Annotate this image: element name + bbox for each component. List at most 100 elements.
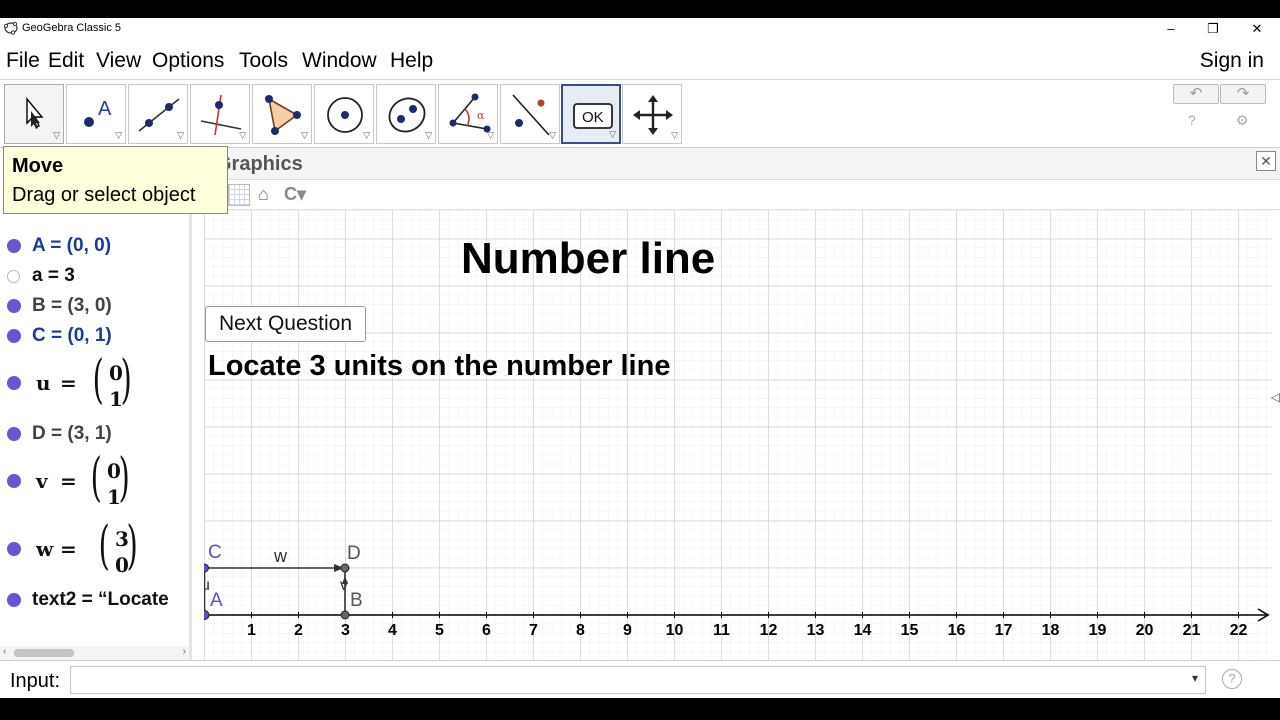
tool-reflect[interactable]: ▽ bbox=[500, 84, 560, 144]
visibility-toggle[interactable] bbox=[7, 427, 21, 441]
restore-button[interactable]: ❐ bbox=[1192, 18, 1234, 40]
visibility-toggle[interactable] bbox=[7, 593, 21, 607]
graphics-canvas[interactable]: 1 2 3 4 5 6 7 8 9 10 11 12 13 14 15 16 17 18 19 20 21 22 A B … bbox=[204, 210, 1272, 660]
input-field[interactable] bbox=[70, 666, 1206, 694]
menu-file[interactable]: File bbox=[6, 49, 40, 73]
tool-perpendicular[interactable]: ▽ bbox=[190, 84, 250, 144]
x-axis-tick-label: 18 bbox=[1042, 622, 1060, 639]
sign-in-link[interactable]: Sign in bbox=[1200, 49, 1264, 73]
tool-angle[interactable]: α ▽ bbox=[438, 84, 498, 144]
scroll-right-icon[interactable]: › bbox=[183, 646, 186, 657]
algebra-horizontal-scrollbar[interactable]: ‹ › bbox=[0, 646, 189, 660]
move-tool-tooltip: Move Drag or select object bbox=[3, 146, 228, 214]
x-axis-tick-label: 6 bbox=[482, 622, 491, 639]
algebra-text-B: B = (3, 0) bbox=[32, 295, 112, 316]
point-B[interactable] bbox=[340, 610, 350, 620]
graphics-heading: Number line bbox=[461, 234, 716, 283]
point-C-label: C bbox=[208, 542, 222, 563]
visibility-toggle[interactable] bbox=[7, 376, 21, 390]
point-D[interactable] bbox=[340, 563, 350, 573]
vector-u-label: u bbox=[204, 577, 210, 594]
x-axis-tick-label: 22 bbox=[1230, 622, 1248, 639]
redo-button[interactable]: ↷ bbox=[1220, 84, 1266, 104]
tool-ellipse[interactable]: ▽ bbox=[376, 84, 436, 144]
tooltip-title: Move bbox=[12, 155, 64, 177]
close-graphics-icon[interactable]: ✕ bbox=[1256, 151, 1276, 171]
point-D-label: D bbox=[347, 543, 361, 564]
algebra-row-w[interactable]: w = ( 30 ) bbox=[0, 520, 189, 580]
x-axis-tick-label: 19 bbox=[1089, 622, 1107, 639]
tool-button[interactable]: OK ▽ bbox=[561, 84, 621, 144]
vector-w-label: w bbox=[273, 546, 288, 566]
point-A[interactable] bbox=[204, 610, 210, 620]
graphics-title-bar: Graphics ✕ bbox=[192, 148, 1280, 180]
algebra-row-C[interactable]: C = (0, 1) bbox=[0, 322, 189, 352]
algebra-view: A = (0, 0) a = 3 B = (3, 0) C = (0, 1) u… bbox=[0, 148, 192, 660]
minimize-button[interactable]: – bbox=[1150, 18, 1192, 40]
minor-grid bbox=[204, 210, 1272, 660]
tool-circle[interactable]: ▽ bbox=[314, 84, 374, 144]
menu-options[interactable]: Options bbox=[152, 49, 224, 73]
next-question-button[interactable]: Next Question bbox=[205, 306, 366, 342]
algebra-row-B[interactable]: B = (3, 0) bbox=[0, 292, 189, 322]
input-dropdown-icon[interactable]: ▾ bbox=[1192, 671, 1198, 685]
x-axis-tick-label: 1 bbox=[247, 622, 256, 639]
tool-line[interactable]: ▽ bbox=[128, 84, 188, 144]
point-A-label: A bbox=[210, 590, 223, 611]
visibility-toggle[interactable] bbox=[7, 542, 21, 556]
tool-point[interactable]: A ▽ bbox=[66, 84, 126, 144]
algebra-row-text2[interactable]: text2 = “Locate bbox=[0, 586, 189, 616]
input-label: Input: bbox=[10, 670, 61, 692]
point-C[interactable] bbox=[204, 563, 209, 573]
visibility-toggle[interactable] bbox=[7, 474, 21, 488]
scroll-thumb[interactable] bbox=[14, 649, 74, 657]
grid-toggle-icon[interactable] bbox=[228, 184, 250, 206]
algebra-row-a[interactable]: a = 3 bbox=[0, 262, 189, 292]
point-tool-icon: A bbox=[84, 98, 112, 127]
algebra-row-u[interactable]: u = ( 01 ) bbox=[0, 354, 189, 414]
svg-text:OK: OK bbox=[582, 109, 604, 126]
x-axis-tick-label: 16 bbox=[948, 622, 966, 639]
menu-help[interactable]: Help bbox=[390, 49, 433, 73]
visibility-toggle[interactable] bbox=[7, 239, 21, 253]
help-icon[interactable]: ? bbox=[1188, 112, 1196, 128]
reflect-tool-icon bbox=[512, 94, 550, 136]
undo-button[interactable]: ↶ bbox=[1173, 84, 1219, 104]
x-axis-tick-label: 15 bbox=[901, 622, 919, 639]
tool-move[interactable]: ▽ bbox=[4, 84, 64, 144]
x-axis-tick-label: 10 bbox=[666, 622, 684, 639]
input-help-icon[interactable]: ? bbox=[1222, 669, 1242, 689]
algebra-text-A: A = (0, 0) bbox=[32, 235, 112, 256]
graphics-style-bar: ⌂ C▾ bbox=[192, 180, 1280, 210]
close-window-button[interactable]: ✕ bbox=[1236, 18, 1278, 40]
menu-edit[interactable]: Edit bbox=[48, 49, 84, 73]
geogebra-window: GeoGebra Classic 5 – ❐ ✕ File Edit View … bbox=[0, 18, 1280, 698]
algebra-row-v[interactable]: v = ( 01 ) bbox=[0, 452, 189, 512]
tool-move-graphics[interactable]: ▽ bbox=[622, 84, 682, 144]
visibility-toggle[interactable] bbox=[7, 270, 20, 283]
x-axis-tick-label: 21 bbox=[1183, 622, 1201, 639]
visibility-toggle[interactable] bbox=[7, 329, 21, 343]
angle-tool-icon: α bbox=[449, 93, 491, 133]
menu-tools[interactable]: Tools bbox=[239, 49, 288, 73]
visibility-toggle[interactable] bbox=[7, 299, 21, 313]
home-view-icon[interactable]: ⌂ bbox=[258, 184, 269, 205]
settings-gear-icon[interactable]: ⚙ bbox=[1236, 112, 1249, 129]
scroll-left-icon[interactable]: ‹ bbox=[3, 646, 6, 657]
x-axis-tick-label: 12 bbox=[760, 622, 778, 639]
label-style-icon[interactable]: C▾ bbox=[284, 184, 306, 205]
algebra-row-A[interactable]: A = (0, 0) bbox=[0, 232, 189, 262]
x-axis-tick-label: 7 bbox=[529, 622, 538, 639]
menu-window[interactable]: Window bbox=[302, 49, 377, 73]
perpendicular-line-tool-icon bbox=[200, 94, 242, 136]
algebra-row-D[interactable]: D = (3, 1) bbox=[0, 420, 189, 450]
point-B-label: B bbox=[350, 590, 363, 611]
expand-panel-arrow-icon[interactable]: ◁ bbox=[1271, 390, 1280, 404]
graphics-view: Graphics ✕ ⌂ C▾ 1 2 3 4 5 6 7 8 9 10 11 12 13 14 15 16 1… bbox=[192, 148, 1280, 660]
tool-polygon[interactable]: ▽ bbox=[252, 84, 312, 144]
tooltip-description: Drag or select object bbox=[12, 184, 196, 206]
polygon-tool-icon bbox=[265, 95, 301, 135]
menu-view[interactable]: View bbox=[96, 49, 141, 73]
question-text: Locate 3 units on the number line bbox=[208, 350, 671, 382]
x-axis-tick-label: 11 bbox=[713, 622, 730, 639]
